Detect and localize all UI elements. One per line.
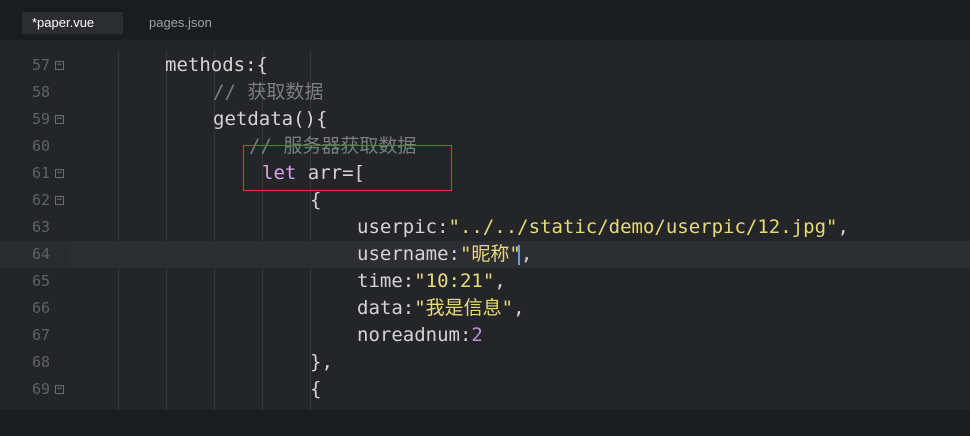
string-value: "10:21" bbox=[414, 270, 495, 292]
code-line-current[interactable]: 64 username:"昵称", bbox=[0, 241, 970, 268]
code-editor: *paper.vue pages.json 57 − methods:{ 58 … bbox=[0, 0, 970, 436]
line-number: 59 bbox=[31, 110, 50, 128]
code-line[interactable]: 58 // 获取数据 bbox=[0, 79, 970, 106]
fold-minus-icon[interactable]: − bbox=[55, 115, 64, 124]
number-value: 2 bbox=[471, 324, 483, 346]
property-key: userpic: bbox=[357, 216, 449, 238]
code-line[interactable]: 68 }, bbox=[0, 349, 970, 376]
code-line[interactable]: 57 − methods:{ bbox=[0, 52, 970, 79]
property-key: username: bbox=[357, 243, 460, 265]
code-text: noreadnum:2 bbox=[357, 322, 483, 349]
line-number: 57 bbox=[31, 56, 50, 74]
annotation-highlight-box bbox=[243, 145, 452, 191]
line-number: 69 bbox=[31, 380, 50, 398]
code-line[interactable]: 65 time:"10:21", bbox=[0, 268, 970, 295]
line-number: 65 bbox=[31, 272, 50, 290]
code-line[interactable]: 61 − let arr=[ bbox=[0, 160, 970, 187]
fold-minus-icon[interactable]: − bbox=[55, 385, 64, 394]
line-number: 68 bbox=[31, 353, 50, 371]
code-line[interactable]: 62 − { bbox=[0, 187, 970, 214]
fold-minus-icon[interactable]: − bbox=[55, 196, 64, 205]
code-line[interactable]: 60 // 服务器获取数据 bbox=[0, 133, 970, 160]
punctuation: , bbox=[520, 243, 533, 265]
code-line[interactable]: 63 userpic:"../../static/demo/userpic/12… bbox=[0, 214, 970, 241]
fold-minus-icon[interactable]: − bbox=[55, 169, 64, 178]
punctuation: , bbox=[837, 216, 849, 238]
code-text: username:"昵称", bbox=[357, 241, 532, 268]
line-number: 66 bbox=[31, 299, 50, 317]
line-number: 63 bbox=[31, 218, 50, 236]
code-text: data:"我是信息", bbox=[357, 295, 525, 322]
punctuation: , bbox=[513, 297, 525, 319]
line-number: 64 bbox=[31, 245, 50, 263]
property-key: time: bbox=[357, 270, 415, 292]
tab-pages-json[interactable]: pages.json bbox=[139, 12, 222, 34]
code-text: methods:{ bbox=[165, 54, 268, 76]
fold-minus-icon[interactable]: − bbox=[55, 61, 64, 70]
code-area[interactable]: 57 − methods:{ 58 // 获取数据 59 − getdata()… bbox=[0, 50, 970, 410]
line-number: 67 bbox=[31, 326, 50, 344]
code-text: }, bbox=[310, 351, 333, 373]
string-value: "../../static/demo/userpic/12.jpg" bbox=[448, 216, 838, 238]
code-line[interactable]: 69 − { bbox=[0, 376, 970, 403]
string-value: "昵称" bbox=[459, 243, 521, 265]
tab-paper-vue[interactable]: *paper.vue bbox=[22, 12, 123, 34]
status-bar bbox=[0, 410, 970, 436]
tab-bar: *paper.vue pages.json bbox=[0, 0, 970, 40]
punctuation: , bbox=[494, 270, 506, 292]
property-key: data: bbox=[357, 297, 415, 319]
code-text: { bbox=[310, 378, 322, 400]
line-number: 62 bbox=[31, 191, 50, 209]
text-cursor bbox=[518, 245, 520, 265]
code-line[interactable]: 66 data:"我是信息", bbox=[0, 295, 970, 322]
line-number: 60 bbox=[31, 137, 50, 155]
line-number: 61 bbox=[31, 164, 50, 182]
code-comment: // 获取数据 bbox=[213, 81, 324, 103]
code-text: { bbox=[310, 189, 322, 211]
code-text: userpic:"../../static/demo/userpic/12.jp… bbox=[357, 214, 849, 241]
code-line[interactable]: 59 − getdata(){ bbox=[0, 106, 970, 133]
code-text: time:"10:21", bbox=[357, 268, 506, 295]
code-text: getdata(){ bbox=[213, 108, 328, 130]
code-line[interactable]: 67 noreadnum:2 bbox=[0, 322, 970, 349]
line-number: 58 bbox=[31, 83, 50, 101]
string-value: "我是信息" bbox=[414, 297, 514, 319]
property-key: noreadnum: bbox=[357, 324, 472, 346]
